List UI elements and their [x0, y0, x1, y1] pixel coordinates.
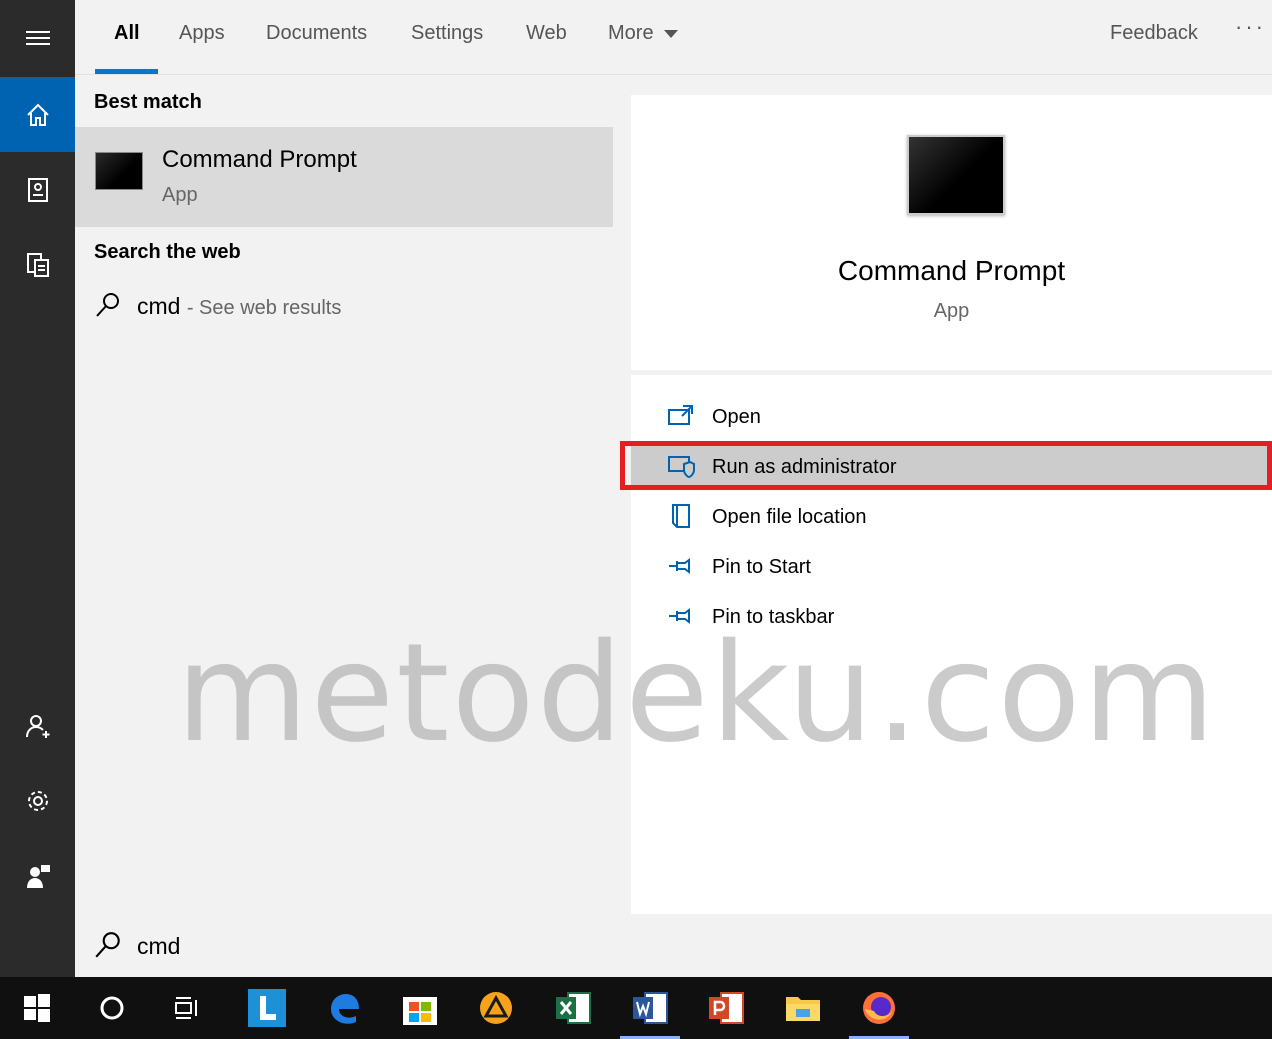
taskbar-app-word[interactable]: [620, 987, 680, 1039]
firefox-icon: [863, 992, 895, 1024]
search-web-heading: Search the web: [94, 241, 241, 263]
edge-icon: [331, 994, 359, 1024]
documents-button[interactable]: [0, 227, 75, 302]
web-hint-text: - See web results: [186, 297, 342, 319]
taskbar-app-warning[interactable]: [475, 987, 517, 1029]
start-button[interactable]: [16, 987, 58, 1029]
active-tab-indicator: [95, 69, 158, 74]
more-options-icon[interactable]: ···: [1235, 14, 1266, 40]
task-view-button[interactable]: [166, 987, 208, 1029]
tab-settings[interactable]: Settings: [411, 22, 483, 45]
person-feedback-icon: [26, 864, 50, 888]
taskbar: [0, 977, 1272, 1039]
windows-logo-icon: [24, 994, 50, 1022]
home-button[interactable]: [0, 77, 75, 152]
feedback-hub-button[interactable]: [0, 838, 75, 913]
cortana-button[interactable]: [91, 987, 133, 1029]
command-prompt-icon: [95, 152, 143, 190]
tab-more[interactable]: More: [608, 22, 678, 45]
excel-icon: [556, 992, 591, 1024]
notebook-icon: [27, 177, 48, 202]
account-button[interactable]: [0, 688, 75, 763]
search-icon: [95, 932, 120, 958]
notebook-button[interactable]: [0, 152, 75, 227]
search-input[interactable]: cmd: [137, 933, 180, 960]
app-preview-card: Command Prompt App: [631, 95, 1272, 370]
l-app-icon: [248, 989, 286, 1027]
detail-subtitle: App: [933, 300, 970, 322]
action-pin-to-start[interactable]: Pin to Start: [631, 545, 1272, 589]
best-match-heading: Best match: [94, 91, 202, 113]
gear-icon: [27, 790, 48, 811]
taskbar-app-edge[interactable]: [323, 987, 365, 1029]
feedback-link[interactable]: Feedback: [1110, 22, 1198, 45]
taskbar-app-store[interactable]: [399, 987, 441, 1029]
circle-icon: [100, 996, 124, 1020]
taskbar-app-l[interactable]: [246, 987, 288, 1029]
hamburger-icon: [25, 30, 50, 45]
tab-web[interactable]: Web: [526, 22, 567, 45]
action-open-file-location[interactable]: Open file location: [631, 495, 1272, 539]
task-view-icon: [175, 997, 197, 1019]
tab-documents[interactable]: Documents: [266, 22, 367, 45]
open-window-icon: [668, 405, 693, 425]
search-box[interactable]: cmd: [75, 914, 1272, 977]
left-rail: [0, 0, 75, 977]
command-prompt-large-icon: [907, 135, 1005, 215]
taskbar-app-powerpoint[interactable]: [705, 987, 747, 1029]
add-user-icon: [25, 714, 49, 738]
filter-tab-bar: All Apps Documents Settings Web More Fee…: [75, 0, 1272, 75]
web-query-text: cmd: [137, 293, 181, 319]
home-icon: [26, 103, 49, 126]
results-pane: Best match Command Prompt App Search the…: [75, 76, 613, 914]
action-open[interactable]: Open: [631, 395, 1272, 439]
taskbar-app-file-explorer[interactable]: [782, 987, 824, 1029]
tab-apps[interactable]: Apps: [179, 22, 225, 45]
settings-button[interactable]: [0, 763, 75, 838]
documents-icon: [26, 252, 49, 277]
store-icon: [403, 997, 437, 1025]
best-match-title: Command Prompt: [162, 146, 357, 173]
taskbar-app-firefox[interactable]: [849, 987, 909, 1039]
action-label: Open file location: [712, 506, 867, 528]
hamburger-menu-button[interactable]: [0, 0, 75, 75]
triangle-app-icon: [480, 992, 512, 1024]
file-location-icon: [672, 504, 690, 528]
action-label: Pin to Start: [712, 556, 811, 578]
detail-pane: Command Prompt App Open Run as administr…: [631, 95, 1272, 914]
detail-title: Command Prompt: [837, 255, 1066, 286]
best-match-subtitle: App: [162, 184, 198, 206]
watermark-text: metodeku.com: [176, 615, 1218, 773]
taskbar-app-excel[interactable]: [552, 987, 594, 1029]
powerpoint-icon: [709, 992, 744, 1024]
action-label: Open: [712, 406, 761, 428]
highlight-annotation-box: [620, 441, 1272, 490]
tab-all[interactable]: All: [114, 22, 140, 45]
best-match-item[interactable]: Command Prompt App: [75, 127, 613, 227]
word-icon: [633, 992, 668, 1024]
pin-icon: [669, 558, 690, 574]
search-icon: [96, 293, 119, 317]
folder-icon: [786, 997, 820, 1021]
tab-more-label: More: [608, 22, 654, 44]
caret-down-icon: [663, 29, 678, 38]
